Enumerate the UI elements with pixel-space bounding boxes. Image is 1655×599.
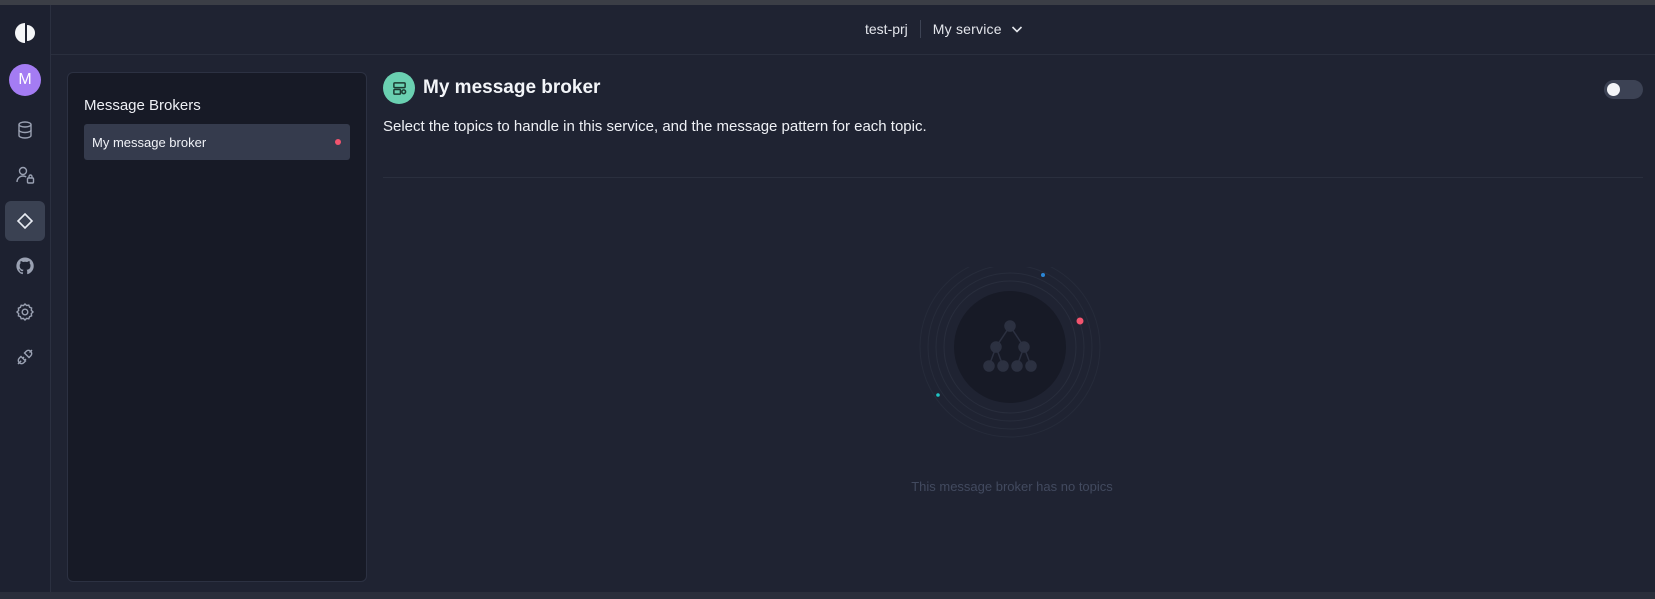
toggle-knob — [1607, 83, 1620, 96]
broker-icon — [383, 72, 415, 104]
page-description: Select the topics to handle in this serv… — [383, 118, 927, 135]
rail-item-github[interactable] — [5, 246, 45, 286]
rail-item-auth[interactable] — [5, 155, 45, 195]
bottom-bar — [0, 592, 1655, 599]
left-rail: M — [0, 5, 51, 592]
broker-toggle[interactable] — [1604, 80, 1643, 99]
rail-item-pubsub[interactable] — [5, 201, 45, 241]
github-icon — [16, 257, 34, 275]
rail-item-settings[interactable] — [5, 292, 45, 332]
rail-item-integrations[interactable] — [5, 337, 45, 377]
broker-item-label: My message broker — [92, 134, 207, 150]
avatar-initial: M — [18, 71, 32, 88]
top-header: test-prj My service — [51, 5, 1655, 55]
app-logo-icon[interactable] — [14, 22, 36, 44]
app-window: M test-prj My service Message Brokers My… — [0, 5, 1655, 592]
plug-icon — [17, 349, 33, 365]
service-name: My service — [932, 21, 1002, 37]
broker-list-item[interactable]: My message broker — [84, 124, 350, 160]
section-divider — [383, 177, 1643, 178]
breadcrumb: test-prj My service — [865, 20, 1024, 38]
rail-item-databases[interactable] — [5, 110, 45, 150]
database-icon — [18, 121, 32, 139]
project-name[interactable]: test-prj — [865, 20, 921, 38]
server-icon — [392, 81, 406, 95]
panel-title: Message Brokers — [84, 97, 201, 114]
service-selector[interactable]: My service — [921, 21, 1024, 37]
user-avatar[interactable]: M — [9, 64, 41, 96]
user-lock-icon — [16, 166, 35, 184]
status-dot — [335, 139, 341, 145]
diamond-icon — [16, 212, 34, 230]
message-brokers-panel: Message Brokers My message broker — [67, 72, 367, 582]
empty-state-message: This message broker has no topics — [911, 479, 1113, 494]
empty-state-illustration — [919, 267, 1101, 438]
chevron-down-icon — [1011, 26, 1022, 33]
gear-icon — [15, 303, 35, 321]
page-title: My message broker — [423, 77, 601, 98]
